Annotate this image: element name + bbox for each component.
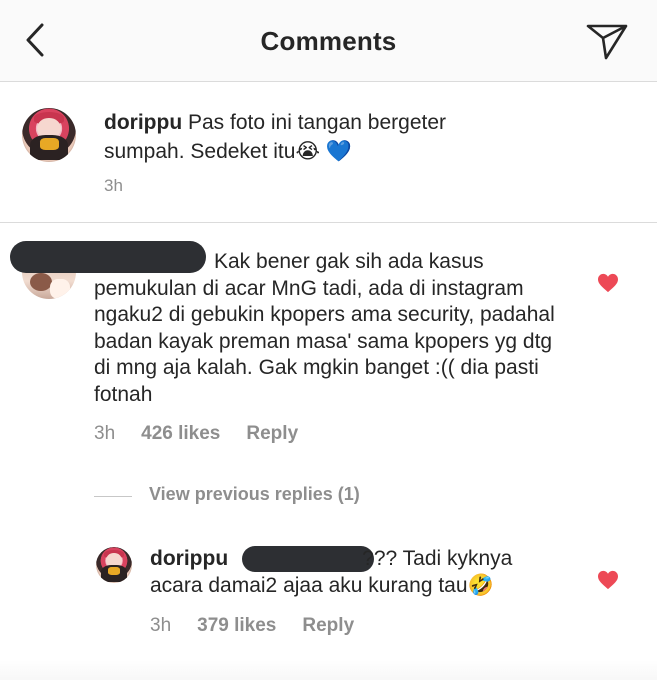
avatar[interactable] [22, 108, 76, 162]
divider [94, 496, 132, 497]
reply-meta: 3h 379 likes Reply [150, 615, 380, 637]
reply-reply-button[interactable]: Reply [302, 615, 354, 636]
view-previous-label: View previous replies (1) [149, 484, 360, 504]
comment-reply-button[interactable]: Reply [246, 423, 298, 444]
reply-likes[interactable]: 379 likes [197, 615, 276, 636]
comments-screen: Comments dorippu Pas foto ini tangan ber… [0, 0, 657, 680]
reply-timestamp: 3h [150, 615, 172, 636]
caption-text: dorippu Pas foto ini tangan bergeter sum… [104, 108, 524, 166]
comment-text: Kak bener gak sih ada kasus pemukulan di… [94, 249, 564, 408]
comment-likes[interactable]: 426 likes [141, 423, 220, 444]
heart-icon[interactable] [597, 570, 619, 590]
share-button[interactable] [583, 18, 631, 64]
list-fade [0, 660, 657, 680]
page-title: Comments [260, 26, 397, 56]
heart-icon[interactable] [597, 273, 619, 293]
comment-item: Kak bener gak sih ada kasus pemukulan di… [0, 223, 657, 463]
avatar[interactable] [22, 269, 76, 299]
avatar[interactable] [96, 547, 132, 583]
reply-text: dorippu??? Tadi kyknya acara damai2 ajaa… [150, 546, 570, 599]
comment-meta: 3h 426 likes Reply [94, 423, 324, 445]
post-caption: dorippu Pas foto ini tangan bergeter sum… [0, 82, 657, 223]
caption-username[interactable]: dorippu [104, 111, 182, 134]
header-bar: Comments [0, 0, 657, 82]
paper-plane-icon [586, 24, 628, 60]
caption-timestamp: 3h [104, 176, 123, 195]
reply-username[interactable]: dorippu [150, 547, 228, 570]
view-previous-replies[interactable]: View previous replies (1) [94, 484, 414, 508]
comment-timestamp: 3h [94, 423, 116, 444]
comment-body: Kak bener gak sih ada kasus pemukulan di… [94, 250, 555, 406]
